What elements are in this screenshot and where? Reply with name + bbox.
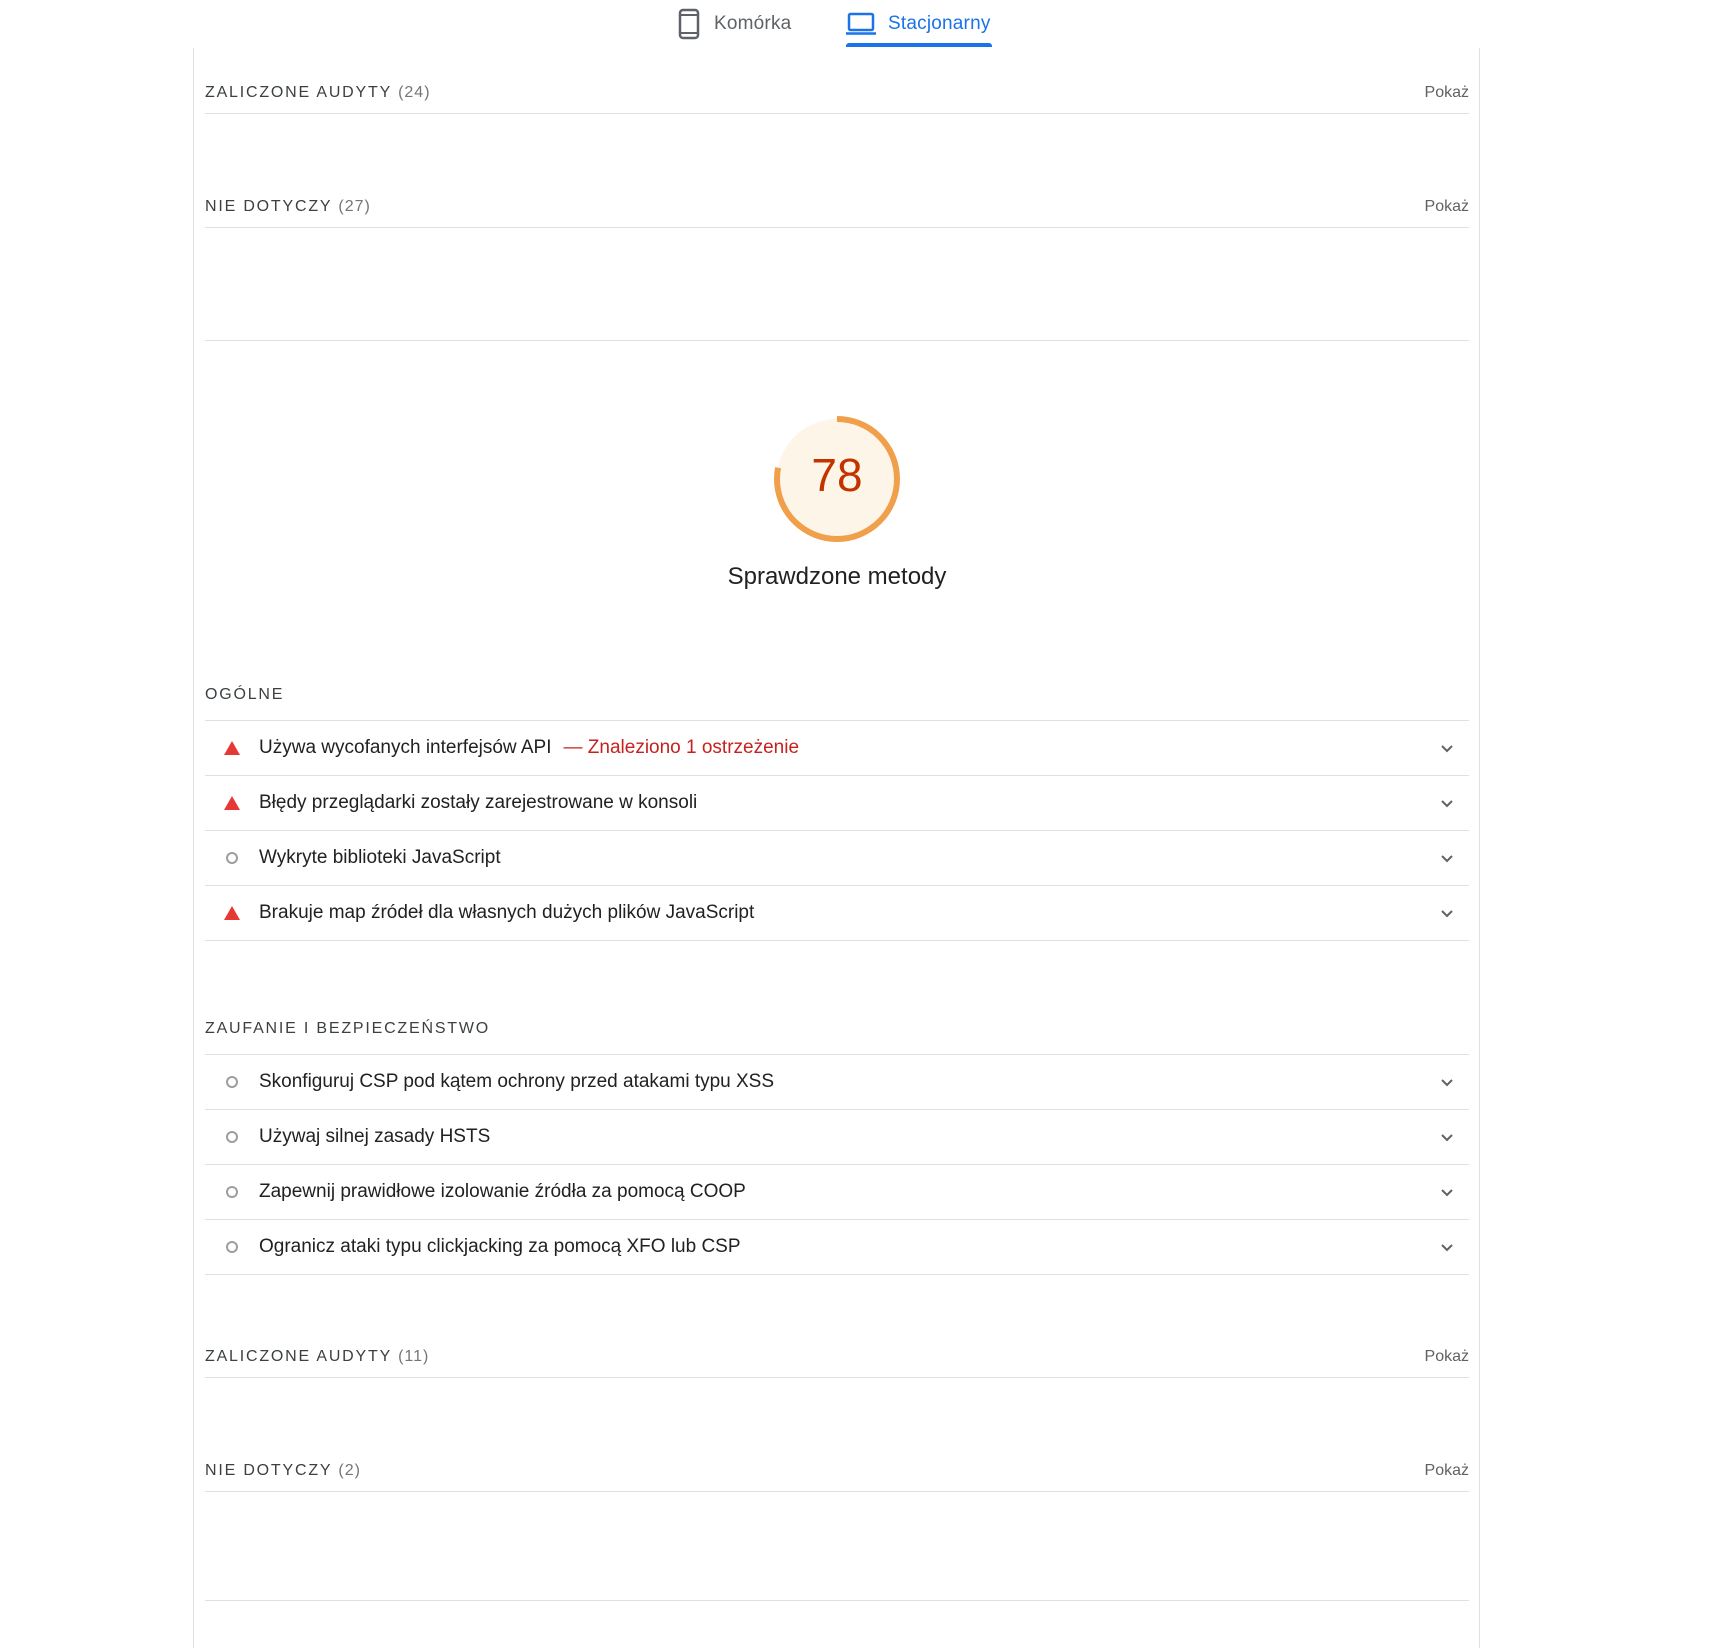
chevron-down-icon[interactable] — [1437, 848, 1457, 868]
audit-row[interactable]: Błędy przeglądarki zostały zarejestrowan… — [205, 776, 1469, 831]
show-button[interactable]: Pokaż — [1425, 1462, 1469, 1480]
chevron-down-icon[interactable] — [1437, 793, 1457, 813]
tab-desktop[interactable]: Stacjonarny — [846, 0, 991, 48]
category-title: Sprawdzone metody — [727, 563, 947, 590]
audit-title: Zapewnij prawidłowe izolowanie źródła za… — [259, 1181, 746, 1202]
tab-mobile[interactable]: Komórka — [678, 0, 791, 48]
chevron-down-icon[interactable] — [1437, 738, 1457, 758]
triangle-icon — [205, 906, 259, 920]
circle-icon — [205, 1076, 259, 1088]
audit-title: Ogranicz ataki typu clickjacking za pomo… — [259, 1236, 741, 1257]
chevron-down-icon[interactable] — [1437, 903, 1457, 923]
audit-row[interactable]: Używa wycofanych interfejsów API — Znale… — [205, 721, 1469, 776]
audit-row[interactable]: Brakuje map źródeł dla własnych dużych p… — [205, 886, 1469, 941]
category-divider — [205, 340, 1469, 341]
group-title-general: OGÓLNE — [205, 686, 285, 703]
not-applicable-header[interactable]: NIE DOTYCZY (2) Pokaż — [205, 1451, 1469, 1492]
section-title: NIE DOTYCZY (2) — [205, 1462, 361, 1479]
circle-icon — [205, 852, 259, 864]
phone-icon — [678, 8, 700, 40]
triangle-icon — [205, 741, 259, 755]
chevron-down-icon[interactable] — [1437, 1127, 1457, 1147]
audit-title: Wykryte biblioteki JavaScript — [259, 847, 501, 868]
tab-mobile-label: Komórka — [714, 13, 792, 34]
audit-list-general: Używa wycofanych interfejsów API — Znale… — [205, 720, 1469, 941]
chevron-down-icon[interactable] — [1437, 1182, 1457, 1202]
tab-desktop-label: Stacjonarny — [888, 13, 991, 34]
audit-warning: — Znaleziono 1 ostrzeżenie — [563, 737, 800, 758]
audit-title: Skonfiguruj CSP pod kątem ochrony przed … — [259, 1071, 775, 1092]
show-button[interactable]: Pokaż — [1425, 1348, 1469, 1366]
section-title: NIE DOTYCZY (27) — [205, 198, 371, 215]
audit-title: Używa wycofanych interfejsów API — [259, 737, 552, 758]
circle-icon — [205, 1241, 259, 1253]
show-button[interactable]: Pokaż — [1425, 84, 1469, 102]
passed-audits-header[interactable]: ZALICZONE AUDYTY (24) Pokaż — [205, 73, 1469, 114]
audit-row[interactable]: Wykryte biblioteki JavaScript — [205, 831, 1469, 886]
audit-row[interactable]: Ogranicz ataki typu clickjacking za pomo… — [205, 1220, 1469, 1275]
active-tab-indicator — [846, 43, 992, 47]
circle-icon — [205, 1186, 259, 1198]
circle-icon — [205, 1131, 259, 1143]
section-title: ZALICZONE AUDYTY (24) — [205, 84, 431, 101]
chevron-down-icon[interactable] — [1437, 1237, 1457, 1257]
audit-title: Brakuje map źródeł dla własnych dużych p… — [259, 902, 755, 923]
chevron-down-icon[interactable] — [1437, 1072, 1457, 1092]
audit-row[interactable]: Skonfiguruj CSP pod kątem ochrony przed … — [205, 1055, 1469, 1110]
triangle-icon — [205, 796, 259, 810]
section-title: ZALICZONE AUDYTY (11) — [205, 1348, 430, 1365]
show-button[interactable]: Pokaż — [1425, 198, 1469, 216]
device-tabs: Komórka Stacjonarny — [0, 0, 1732, 50]
group-title-trust-safety: ZAUFANIE I BEZPIECZEŃSTWO — [205, 1020, 491, 1037]
audit-list-trust-safety: Skonfiguruj CSP pod kątem ochrony przed … — [205, 1054, 1469, 1275]
audit-row[interactable]: Zapewnij prawidłowe izolowanie źródła za… — [205, 1165, 1469, 1220]
category-divider — [205, 1600, 1469, 1601]
passed-audits-header[interactable]: ZALICZONE AUDYTY (11) Pokaż — [205, 1337, 1469, 1378]
audit-title: Błędy przeglądarki zostały zarejestrowan… — [259, 792, 698, 813]
audit-title: Używaj silnej zasady HSTS — [259, 1126, 491, 1147]
not-applicable-header[interactable]: NIE DOTYCZY (27) Pokaż — [205, 187, 1469, 228]
audit-row[interactable]: Używaj silnej zasady HSTS — [205, 1110, 1469, 1165]
laptop-icon — [846, 12, 876, 36]
score-value: 78 — [811, 449, 863, 501]
